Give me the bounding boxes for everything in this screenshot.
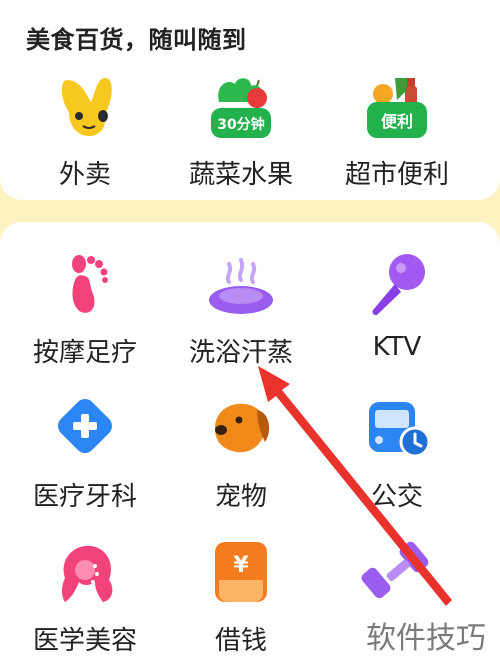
dog-icon <box>215 403 270 453</box>
grid-item-vegetables-fruit[interactable]: 30分钟 蔬菜水果 <box>166 72 316 202</box>
footprint-icon <box>72 255 108 313</box>
grid-item-label: 外卖 <box>58 160 111 190</box>
grid-item-label: 超市便利 <box>344 160 449 190</box>
grid-item-takeout[interactable]: 外卖 <box>10 72 160 202</box>
grid-item-ktv[interactable]: KTV <box>322 250 472 380</box>
grid-item-medical[interactable]: 医疗牙科 <box>10 394 160 524</box>
yen-symbol: ¥ <box>233 553 249 578</box>
grid-item-label: 医学美容 <box>32 626 137 656</box>
grid-item-supermarket[interactable]: 便利 超市便利 <box>322 72 472 202</box>
medical-cross-icon <box>58 399 112 453</box>
bath-steam-icon <box>209 258 273 314</box>
watermark: 软件技巧 <box>352 610 500 668</box>
vegetable-badge-text: 30分钟 <box>217 116 264 133</box>
grid-item-label: 按摩足疗 <box>32 338 137 368</box>
grid-item-massage[interactable]: 按摩足疗 <box>10 250 160 380</box>
grid-item-label: 洗浴汗蒸 <box>188 338 293 368</box>
microphone-icon <box>372 254 425 316</box>
grid-item-bath[interactable]: 洗浴汗蒸 <box>166 250 316 380</box>
grid-item-beauty[interactable]: 医学美容 <box>10 538 160 668</box>
kangaroo-icon <box>61 78 112 136</box>
grocery-basket-icon: 便利 <box>367 78 427 138</box>
beauty-woman-icon <box>62 545 113 602</box>
category-card-services: 按摩足疗 洗浴汗蒸 KTV 医疗牙科 宠物 公交 医学美容 ¥ 借钱 <box>0 222 500 671</box>
grid-item-label: 借钱 <box>214 626 267 656</box>
dumbbell-icon <box>361 541 429 599</box>
grid-item-bus[interactable]: 公交 <box>322 394 472 524</box>
supermarket-badge-text: 便利 <box>381 112 413 131</box>
grid-item-label: 公交 <box>370 482 423 512</box>
grid-item-loan[interactable]: ¥ 借钱 <box>166 538 316 668</box>
category-card-food: 美食百货，随叫随到 外卖 30分钟 蔬菜水果 便利 超市便利 <box>0 0 500 200</box>
section-title: 美食百货，随叫随到 <box>26 26 247 54</box>
grid-item-label: 医疗牙科 <box>32 482 137 512</box>
bus-clock-icon <box>369 402 431 458</box>
grid-item-label: 宠物 <box>214 482 267 512</box>
vegetable-basket-icon: 30分钟 <box>211 78 271 138</box>
grid-item-label: 蔬菜水果 <box>188 160 293 190</box>
grid-item-label: KTV <box>372 332 422 362</box>
grid-item-pet[interactable]: 宠物 <box>166 394 316 524</box>
yen-wallet-icon: ¥ <box>215 542 267 602</box>
